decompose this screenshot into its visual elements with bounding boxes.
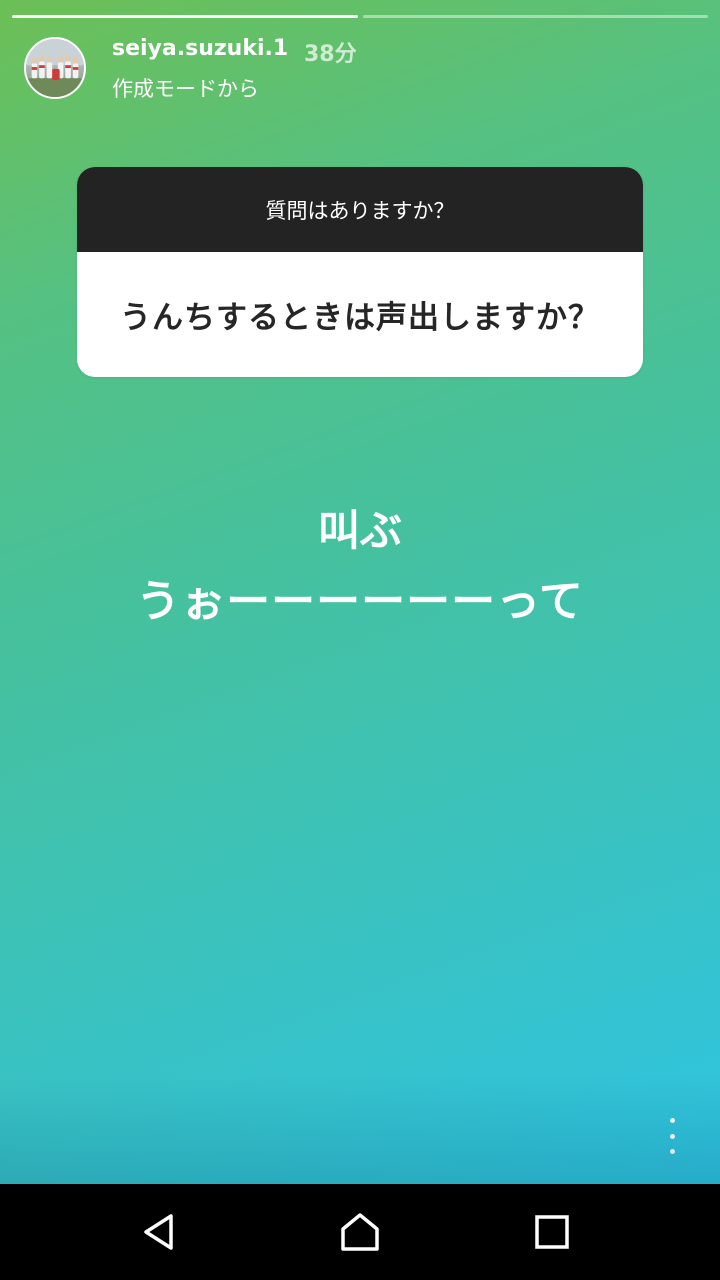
- progress-segment: [12, 15, 358, 18]
- back-button[interactable]: [136, 1208, 184, 1256]
- answer-text-line-1: 叫ぶ: [317, 506, 402, 555]
- more-vertical-icon[interactable]: [662, 1118, 682, 1154]
- progress-segment: [362, 15, 708, 18]
- recent-apps-icon: [535, 1215, 569, 1249]
- story-view[interactable]: seiya.suzuki.1 38分 作成モードから 質問はありますか？ うんち…: [0, 0, 720, 1184]
- recent-apps-button[interactable]: [528, 1208, 576, 1256]
- question-sticker-text: うんちするときは声出しますか？: [120, 300, 600, 336]
- story-progress-bar: [12, 15, 708, 18]
- avatar-photo: [26, 39, 84, 97]
- home-icon: [341, 1213, 379, 1251]
- more-dot: [669, 1133, 675, 1139]
- more-dot: [669, 1118, 675, 1123]
- back-triangle-icon: [144, 1214, 173, 1250]
- post-time: 38分: [304, 42, 357, 67]
- answer-text-line-2: うぉーーーーーーって: [136, 576, 584, 627]
- home-button[interactable]: [336, 1208, 384, 1256]
- question-sticker-title: 質問はありますか？: [77, 167, 643, 252]
- username[interactable]: seiya.suzuki.1: [112, 36, 288, 61]
- android-nav-bar: [0, 1184, 720, 1280]
- avatar[interactable]: [24, 37, 86, 99]
- more-dot: [669, 1149, 675, 1154]
- question-sticker: 質問はありますか？ うんちするときは声出しますか？: [77, 167, 643, 377]
- story-subtitle[interactable]: 作成モードから: [112, 73, 259, 103]
